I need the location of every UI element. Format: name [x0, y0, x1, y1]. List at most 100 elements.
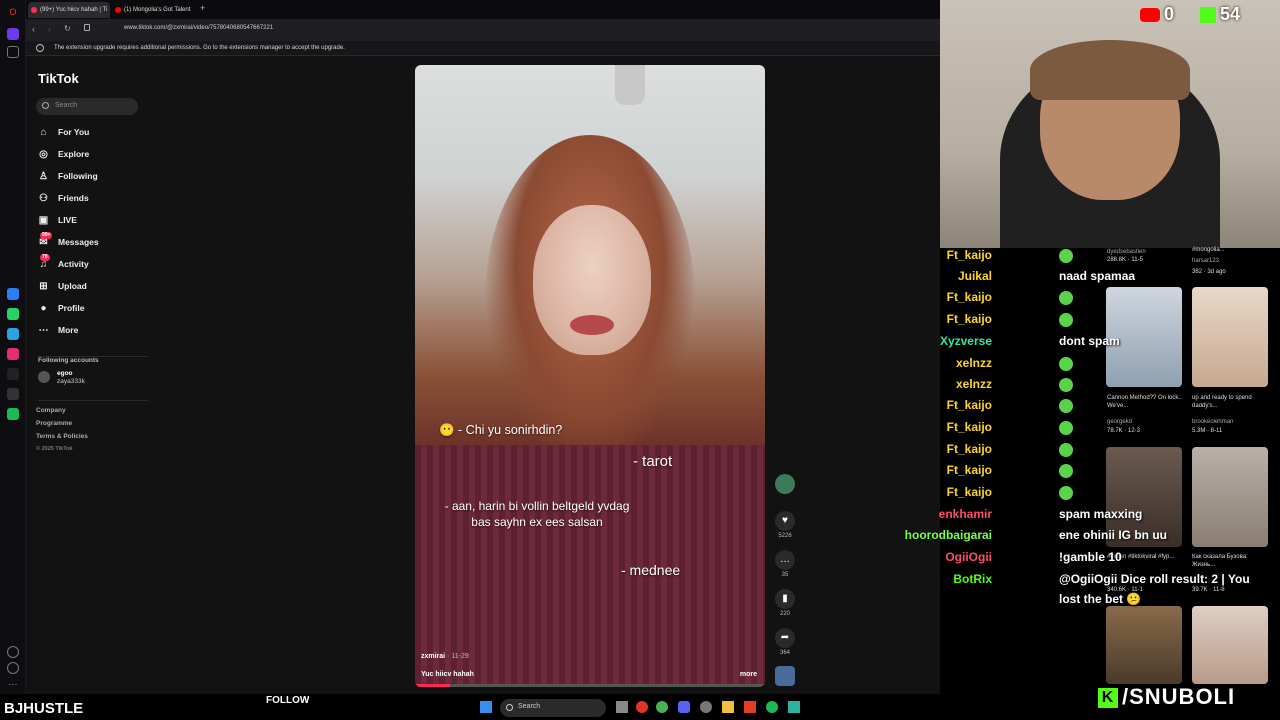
sound-button[interactable] — [774, 666, 796, 686]
url-input[interactable]: www.tiktok.com/@zxmirai/video/7578040680… — [124, 25, 273, 31]
star-icon[interactable] — [7, 46, 19, 58]
discord-icon[interactable] — [678, 701, 690, 713]
instagram-icon[interactable] — [7, 348, 19, 360]
chat-username[interactable]: xelnzz — [956, 356, 992, 370]
chat-emote-icon — [1059, 290, 1073, 305]
following-name[interactable]: egoo — [57, 370, 73, 377]
footer-company[interactable]: Company — [36, 407, 66, 414]
chat-emote-icon — [1059, 398, 1073, 413]
folder-icon[interactable] — [722, 701, 734, 713]
brave-icon[interactable] — [744, 701, 756, 713]
chat-username[interactable]: xelnzz — [956, 377, 992, 391]
opera-icon[interactable] — [636, 701, 648, 713]
app-icon[interactable] — [788, 701, 800, 713]
heart-icon[interactable] — [7, 646, 19, 658]
tab-tiktok[interactable]: (99+) Yuc hiicv hahah | Ti — [28, 2, 110, 18]
video-player[interactable]: 😶 - Chi yu sonirhdin? - tarot - aan, har… — [415, 65, 765, 687]
chat-text — [1059, 356, 1073, 371]
chat-username[interactable]: hoorodbaigarai — [905, 528, 992, 542]
tab-favicon — [31, 7, 37, 13]
like-button[interactable]: ♥ 5226 — [774, 511, 796, 539]
search-input[interactable]: Search — [36, 98, 138, 115]
bookmark-icon: ▮ — [775, 589, 795, 609]
windows-start-icon[interactable] — [480, 701, 492, 713]
home-icon[interactable] — [7, 28, 19, 40]
search-icon — [506, 704, 513, 711]
taskbar-search-label: Search — [518, 703, 541, 710]
brand-label: /SNUBOLI — [1122, 684, 1236, 709]
new-tab-button[interactable]: + — [200, 3, 205, 13]
streamer-name: BJHUSTLE — [4, 700, 84, 717]
caption-question: 😶 - Chi yu sonirhdin? — [439, 423, 563, 437]
nav-label: Messages — [58, 237, 99, 247]
chat-username[interactable]: Juikal — [958, 269, 992, 283]
spotify-icon[interactable] — [766, 701, 778, 713]
avatar[interactable] — [38, 371, 50, 383]
chat-username[interactable]: Xyzverse — [940, 334, 992, 348]
brand-watermark: K/SNUBOLI — [1098, 684, 1235, 710]
messenger-icon[interactable] — [7, 288, 19, 300]
taskview-icon[interactable] — [616, 701, 628, 713]
bookmark-button[interactable]: ▮ 220 — [774, 589, 796, 617]
caption-mednee: - mednee — [621, 562, 681, 578]
video-subject-lips — [570, 315, 614, 335]
reload-icon[interactable]: ↻ — [64, 24, 71, 33]
chat-username[interactable]: Ft_kaijo — [947, 420, 992, 434]
more-button[interactable]: more — [740, 671, 757, 678]
footer-terms[interactable]: Terms & Policies — [36, 433, 88, 440]
chat-username[interactable]: Ft_kaijo — [947, 485, 992, 499]
chrome-icon[interactable] — [656, 701, 668, 713]
friends-icon: ⚇ — [39, 193, 48, 204]
chat-username[interactable]: BotRix — [953, 572, 992, 586]
chat-username[interactable]: Ft_kaijo — [947, 398, 992, 412]
tiktok-icon[interactable] — [7, 368, 19, 380]
spotify-icon[interactable] — [7, 408, 19, 420]
messages-badge: 99+ — [40, 232, 53, 239]
youtube-icon — [1140, 8, 1160, 23]
chat-text: naad spamaa — [1059, 269, 1136, 283]
share-icon: ➦ — [775, 628, 795, 648]
video-author[interactable]: zxmirai · 11-29 — [421, 653, 469, 660]
address-bar: ‹ › ↻ www.tiktok.com/@zxmirai/video/7578… — [26, 19, 940, 41]
chat-username[interactable]: Ft_kaijo — [947, 442, 992, 456]
x-icon[interactable] — [7, 388, 19, 400]
chat-username[interactable]: OgiiOgii — [945, 550, 992, 564]
comment-button[interactable]: … 35 — [774, 550, 796, 578]
forward-icon[interactable]: › — [48, 24, 51, 34]
share-button[interactable]: ➦ 364 — [774, 628, 796, 656]
extension-notice: The extension upgrade requires additiona… — [26, 41, 940, 56]
chat-username[interactable]: enkhamir — [939, 507, 992, 521]
nav-label: Following — [58, 171, 98, 181]
divider — [38, 400, 148, 401]
chat-text — [1059, 442, 1073, 457]
chat-text — [1059, 420, 1073, 435]
chat-emote-icon — [1059, 442, 1073, 457]
tab-youtube[interactable]: (1) Mongolia's Got Talent — [112, 2, 198, 18]
settings-icon[interactable] — [700, 701, 712, 713]
whatsapp-icon[interactable] — [7, 308, 19, 320]
footer-programme[interactable]: Programme — [36, 420, 72, 427]
video-progress[interactable] — [415, 684, 765, 687]
avatar — [775, 474, 795, 494]
more-icon[interactable]: ··· — [7, 678, 19, 690]
opera-icon[interactable]: O — [7, 6, 19, 18]
tiktok-logo[interactable]: TikTok — [38, 71, 79, 86]
chat-username[interactable]: Ft_kaijo — [947, 463, 992, 477]
chat-text — [1059, 312, 1073, 327]
youtube-viewers: 0 — [1140, 4, 1174, 25]
history-icon[interactable] — [7, 662, 19, 674]
caption-answer: - aan, harin bi vollin beltgeld yvdag ba… — [444, 499, 630, 529]
windows-taskbar: Search — [470, 697, 810, 719]
video-subject-sweater — [415, 445, 765, 687]
comment-icon: … — [775, 550, 795, 570]
chat-username[interactable]: Ft_kaijo — [947, 290, 992, 304]
telegram-icon[interactable] — [7, 328, 19, 340]
nav-label: For You — [58, 127, 90, 137]
chat-username[interactable]: Ft_kaijo — [947, 312, 992, 326]
chat-username[interactable]: Ft_kaijo — [947, 248, 992, 262]
back-icon[interactable]: ‹ — [32, 24, 35, 34]
creator-avatar[interactable] — [774, 474, 796, 494]
video-progress-fill — [415, 684, 450, 687]
taskbar-search[interactable]: Search — [500, 699, 606, 717]
chat-text: @OgiiOgii Dice roll result: 2 | You — [1059, 572, 1250, 586]
